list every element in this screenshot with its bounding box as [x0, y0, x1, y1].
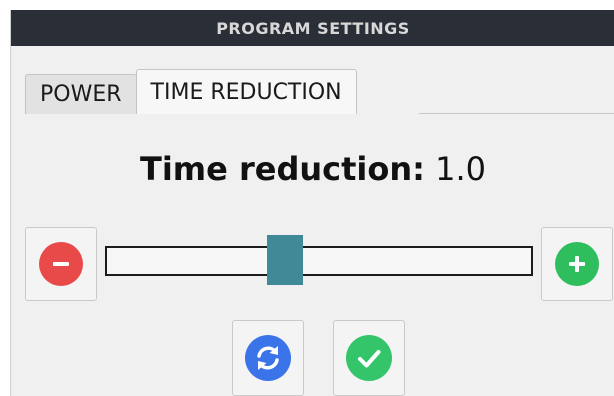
plus-icon: [555, 242, 599, 286]
minus-icon: [39, 242, 83, 286]
tab-bar: POWER TIME REDUCTION: [25, 68, 357, 114]
window-title: PROGRAM SETTINGS: [216, 18, 410, 38]
slider-handle[interactable]: [267, 235, 304, 285]
check-icon: [346, 335, 392, 381]
refresh-icon: [245, 335, 291, 381]
time-reduction-slider[interactable]: [105, 235, 533, 285]
tab-time-reduction[interactable]: TIME REDUCTION: [135, 69, 357, 114]
tab-power[interactable]: POWER: [25, 74, 137, 114]
tab-bar-divider: [419, 113, 614, 114]
tab-power-label: POWER: [40, 82, 122, 107]
window-title-bar: PROGRAM SETTINGS: [11, 10, 614, 46]
increase-button[interactable]: [541, 227, 613, 301]
tab-time-reduction-label: TIME REDUCTION: [150, 79, 342, 105]
setting-label: Time reduction:: [139, 150, 425, 188]
program-settings-window: PROGRAM SETTINGS POWER TIME REDUCTION Ti…: [10, 10, 614, 396]
decrease-button[interactable]: [25, 227, 97, 301]
setting-value: 1.0: [435, 150, 486, 188]
confirm-button[interactable]: [333, 320, 405, 396]
reset-button[interactable]: [232, 320, 304, 396]
setting-heading: Time reduction: 1.0: [11, 150, 614, 188]
